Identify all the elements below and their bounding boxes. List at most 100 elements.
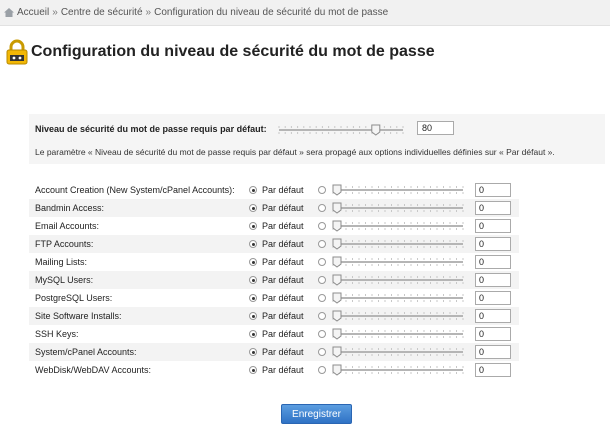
default-radio[interactable]	[249, 204, 257, 212]
custom-radio[interactable]	[318, 366, 326, 374]
default-radio[interactable]	[249, 276, 257, 284]
account-setting-row: MySQL Users: Par défaut	[29, 271, 519, 289]
strength-input[interactable]	[475, 201, 511, 215]
account-setting-label: System/cPanel Accounts:	[35, 347, 137, 357]
default-radio[interactable]	[249, 312, 257, 320]
custom-radio[interactable]	[318, 294, 326, 302]
strength-input[interactable]	[475, 273, 511, 287]
breadcrumb-current: Configuration du niveau de sécurité du m…	[154, 7, 389, 18]
save-button[interactable]: Enregistrer	[281, 404, 352, 424]
default-radio[interactable]	[249, 186, 257, 194]
account-setting-row: SSH Keys: Par défaut	[29, 325, 519, 343]
slider-handle	[332, 274, 342, 286]
strength-slider[interactable]	[331, 274, 465, 286]
strength-slider[interactable]	[331, 256, 465, 268]
custom-radio[interactable]	[318, 186, 326, 194]
strength-input[interactable]	[475, 327, 511, 341]
default-level-slider[interactable]	[277, 124, 405, 136]
default-radio[interactable]	[249, 258, 257, 266]
default-radio-label: Par défaut	[262, 221, 304, 231]
default-level-input[interactable]	[417, 121, 454, 135]
custom-radio[interactable]	[318, 222, 326, 230]
default-level-label: Niveau de sécurité du mot de passe requi…	[35, 124, 267, 134]
strength-input[interactable]	[475, 291, 511, 305]
slider-handle	[332, 346, 342, 358]
account-setting-row: FTP Accounts: Par défaut	[29, 235, 519, 253]
default-radio[interactable]	[249, 330, 257, 338]
page-title: Configuration du niveau de sécurité du m…	[31, 43, 435, 60]
default-radio-label: Par défaut	[262, 293, 304, 303]
account-setting-label: MySQL Users:	[35, 275, 94, 285]
default-radio[interactable]	[249, 222, 257, 230]
default-radio-label: Par défaut	[262, 257, 304, 267]
strength-slider[interactable]	[331, 310, 465, 322]
strength-input[interactable]	[475, 237, 511, 251]
account-setting-row: Account Creation (New System/cPanel Acco…	[29, 181, 519, 199]
default-radio[interactable]	[249, 240, 257, 248]
default-radio-label: Par défaut	[262, 203, 304, 213]
strength-slider[interactable]	[331, 220, 465, 232]
default-level-panel: Niveau de sécurité du mot de passe requi…	[29, 114, 605, 164]
default-radio[interactable]	[249, 294, 257, 302]
account-setting-row: Bandmin Access: Par défaut	[29, 199, 519, 217]
account-setting-row: Site Software Installs: Par défaut	[29, 307, 519, 325]
strength-slider[interactable]	[331, 346, 465, 358]
account-setting-label: Mailing Lists:	[35, 257, 88, 267]
lock-icon	[6, 39, 28, 65]
custom-radio[interactable]	[318, 258, 326, 266]
slider-handle	[371, 124, 381, 136]
account-setting-label: Account Creation (New System/cPanel Acco…	[35, 185, 235, 195]
default-radio-label: Par défaut	[262, 365, 304, 375]
account-setting-label: WebDisk/WebDAV Accounts:	[35, 365, 152, 375]
breadcrumb-home-link[interactable]: Accueil	[17, 7, 49, 18]
slider-handle	[332, 256, 342, 268]
custom-radio[interactable]	[318, 276, 326, 284]
page-header: Configuration du niveau de sécurité du m…	[6, 39, 435, 65]
account-setting-label: PostgreSQL Users:	[35, 293, 113, 303]
account-setting-label: SSH Keys:	[35, 329, 79, 339]
default-radio-label: Par défaut	[262, 239, 304, 249]
default-radio-label: Par défaut	[262, 329, 304, 339]
strength-slider[interactable]	[331, 184, 465, 196]
account-setting-label: Bandmin Access:	[35, 203, 105, 213]
account-setting-row: Email Accounts: Par défaut	[29, 217, 519, 235]
strength-slider[interactable]	[331, 364, 465, 376]
slider-handle	[332, 238, 342, 250]
strength-input[interactable]	[475, 255, 511, 269]
account-setting-row: System/cPanel Accounts: Par défaut	[29, 343, 519, 361]
strength-slider[interactable]	[331, 328, 465, 340]
strength-slider[interactable]	[331, 202, 465, 214]
strength-slider[interactable]	[331, 238, 465, 250]
strength-input[interactable]	[475, 309, 511, 323]
slider-handle	[332, 220, 342, 232]
custom-radio[interactable]	[318, 204, 326, 212]
breadcrumb-security-center-link[interactable]: Centre de sécurité	[61, 7, 143, 18]
custom-radio[interactable]	[318, 348, 326, 356]
default-radio-label: Par défaut	[262, 311, 304, 321]
strength-input[interactable]	[475, 345, 511, 359]
account-settings-list: Account Creation (New System/cPanel Acco…	[29, 181, 519, 379]
default-radio[interactable]	[249, 366, 257, 374]
strength-input[interactable]	[475, 363, 511, 377]
strength-input[interactable]	[475, 183, 511, 197]
account-setting-row: Mailing Lists: Par défaut	[29, 253, 519, 271]
custom-radio[interactable]	[318, 330, 326, 338]
default-level-description: Le paramètre « Niveau de sécurité du mot…	[35, 147, 555, 157]
default-radio[interactable]	[249, 348, 257, 356]
account-setting-label: Site Software Installs:	[35, 311, 122, 321]
strength-input[interactable]	[475, 219, 511, 233]
strength-slider[interactable]	[331, 292, 465, 304]
breadcrumb: Accueil » Centre de sécurité » Configura…	[0, 0, 610, 26]
custom-radio[interactable]	[318, 240, 326, 248]
slider-handle	[332, 328, 342, 340]
custom-radio[interactable]	[318, 312, 326, 320]
account-setting-row: WebDisk/WebDAV Accounts: Par défaut	[29, 361, 519, 379]
slider-handle	[332, 292, 342, 304]
default-radio-label: Par défaut	[262, 347, 304, 357]
default-radio-label: Par défaut	[262, 185, 304, 195]
slider-handle	[332, 364, 342, 376]
breadcrumb-separator: »	[145, 7, 152, 18]
default-radio-label: Par défaut	[262, 275, 304, 285]
slider-handle	[332, 310, 342, 322]
slider-handle	[332, 202, 342, 214]
